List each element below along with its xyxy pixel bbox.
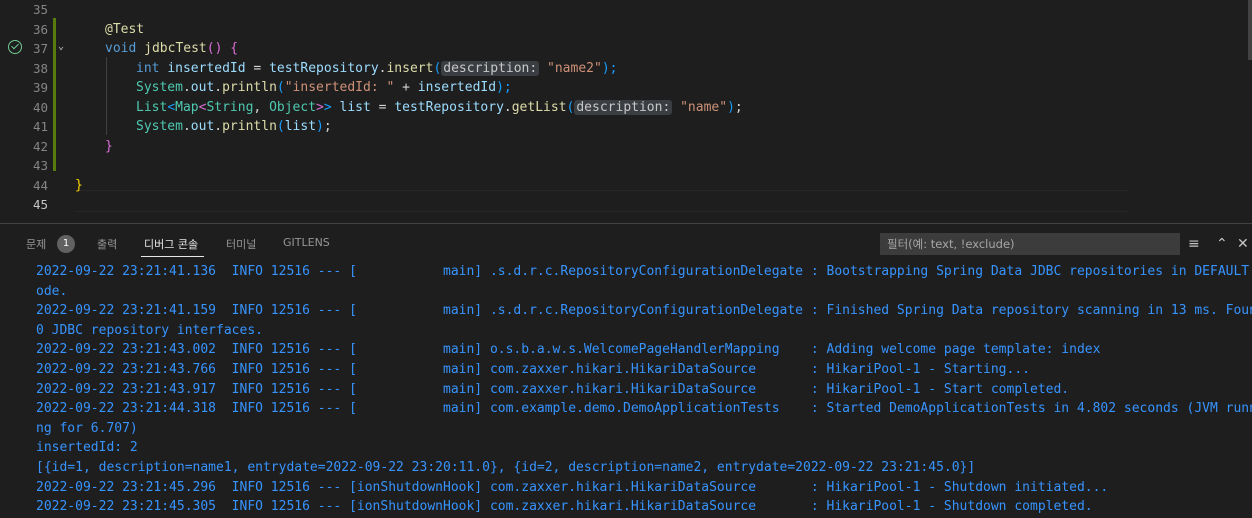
brace: } — [75, 177, 83, 193]
brace: } — [105, 138, 113, 154]
console-line: 2022-09-22 23:21:41.136 INFO 12516 --- [… — [36, 264, 1252, 279]
paren: ); — [496, 80, 512, 95]
line-number: 40 — [32, 99, 48, 115]
panel-tabs: 문제 1 출력 디버그 콘솔 터미널 GITLENS ≡ ⌃ ✕ — [0, 224, 1252, 262]
class-name: System — [136, 119, 183, 134]
method-name: jdbcTest — [144, 41, 207, 56]
line-number: 38 — [32, 60, 48, 76]
code-line: 41 System.out.println(list); — [0, 117, 1248, 137]
console-line: 2022-09-22 23:21:43.766 INFO 12516 --- [… — [36, 362, 1030, 377]
filter-lines-icon[interactable]: ≡ — [1188, 236, 1200, 252]
brace: { — [230, 41, 239, 56]
code-line: 35 — [0, 0, 1248, 20]
console-line: 2022-09-22 23:21:41.159 INFO 12516 --- [… — [36, 303, 1252, 319]
field: out — [190, 119, 215, 134]
class-name: System — [136, 80, 183, 95]
line-number: 44 — [32, 177, 48, 193]
console-line: 2022-09-22 23:21:44.318 INFO 12516 --- [… — [36, 401, 1252, 417]
method-call: println — [222, 80, 277, 95]
editor-scrollbar[interactable] — [1248, 0, 1252, 60]
problems-count-badge: 1 — [57, 235, 75, 253]
method-call: getList — [511, 99, 567, 115]
console-line: [{id=1, description=name1, entrydate=202… — [36, 460, 976, 475]
line-number: 41 — [32, 119, 48, 134]
keyword: void — [105, 41, 137, 56]
string-literal: "name2" — [547, 60, 602, 76]
console-line: 2022-09-22 23:21:43.002 INFO 12516 --- [… — [36, 342, 1101, 358]
variable: insertedId — [167, 60, 246, 76]
code-line: 40 List<Map<String, Object>> list = testR… — [0, 98, 1248, 118]
line-number: 45 — [32, 197, 48, 212]
type-name: String — [206, 99, 254, 115]
code-line: 43 — [0, 156, 1248, 176]
chevron-up-icon[interactable]: ⌃ — [1216, 236, 1228, 252]
tab-output[interactable]: 출력 — [97, 236, 117, 252]
paren: ); — [601, 60, 618, 76]
tab-terminal[interactable]: 터미널 — [226, 236, 256, 252]
string-literal: "insertedId: " — [284, 80, 395, 95]
code-line: 44} — [0, 176, 1248, 196]
code-line: 37 void jdbcTest() { — [0, 39, 1248, 59]
keyword: int — [136, 60, 160, 76]
console-line: 2022-09-22 23:21:45.296 INFO 12516 --- [… — [36, 479, 1109, 495]
code-line: 42} — [0, 137, 1248, 157]
filter-input[interactable] — [880, 233, 1180, 255]
variable: list — [284, 119, 317, 134]
variable: testRepository — [269, 60, 379, 76]
code-line: 45 — [0, 195, 1248, 215]
code-editor[interactable]: ⌄ 35 36 @Test 37 void jdbcTest() { 38 int i… — [0, 0, 1252, 220]
string-literal: "name" — [680, 99, 728, 115]
variable: list — [339, 99, 371, 115]
type-name: List — [136, 99, 168, 115]
method-call: println — [222, 119, 277, 134]
operator: = — [245, 60, 270, 76]
line-number: 36 — [32, 21, 48, 37]
inlay-hint: description: — [574, 99, 673, 115]
field: out — [190, 80, 215, 95]
parens: () — [206, 41, 223, 56]
inlay-hint: description: — [441, 60, 540, 76]
line-number: 35 — [32, 2, 48, 17]
tab-debug-console[interactable]: 디버그 콘솔 — [144, 236, 198, 252]
tab-problems[interactable]: 문제 — [26, 236, 46, 252]
console-line: 0 JDBC repository interfaces. — [36, 322, 263, 338]
line-number: 37 — [32, 41, 48, 56]
active-tab-indicator — [141, 256, 204, 257]
console-line: 2022-09-22 23:21:43.917 INFO 12516 --- [… — [36, 381, 1070, 397]
type-name: Object — [269, 99, 317, 115]
console-line: 2022-09-22 23:21:45.305 INFO 12516 --- [… — [36, 499, 1093, 515]
variable: testRepository — [394, 99, 504, 115]
tab-gitlens[interactable]: GITLENS — [283, 236, 330, 249]
bottom-panel: 문제 1 출력 디버그 콘솔 터미널 GITLENS ≡ ⌃ ✕ 2022-09… — [0, 223, 1252, 518]
code-line: 39 System.out.println("insertedId: " + in… — [0, 78, 1248, 98]
console-line: ode. — [36, 283, 68, 299]
operator: + — [394, 80, 418, 95]
console-line: insertedId: 2 — [36, 440, 138, 456]
close-icon[interactable]: ✕ — [1237, 236, 1249, 252]
console-line: ng for 6.707) — [36, 420, 138, 436]
code-line: 38 int insertedId = testRepository.insert… — [0, 59, 1248, 79]
line-number: 42 — [32, 138, 48, 154]
type-name: Map — [175, 99, 199, 115]
annotation: @Test — [105, 21, 145, 37]
code-line: 36 @Test — [0, 20, 1248, 40]
line-number: 39 — [32, 80, 48, 95]
line-number: 43 — [32, 158, 48, 173]
method-call: insert — [386, 60, 434, 76]
variable: insertedId — [417, 80, 497, 95]
